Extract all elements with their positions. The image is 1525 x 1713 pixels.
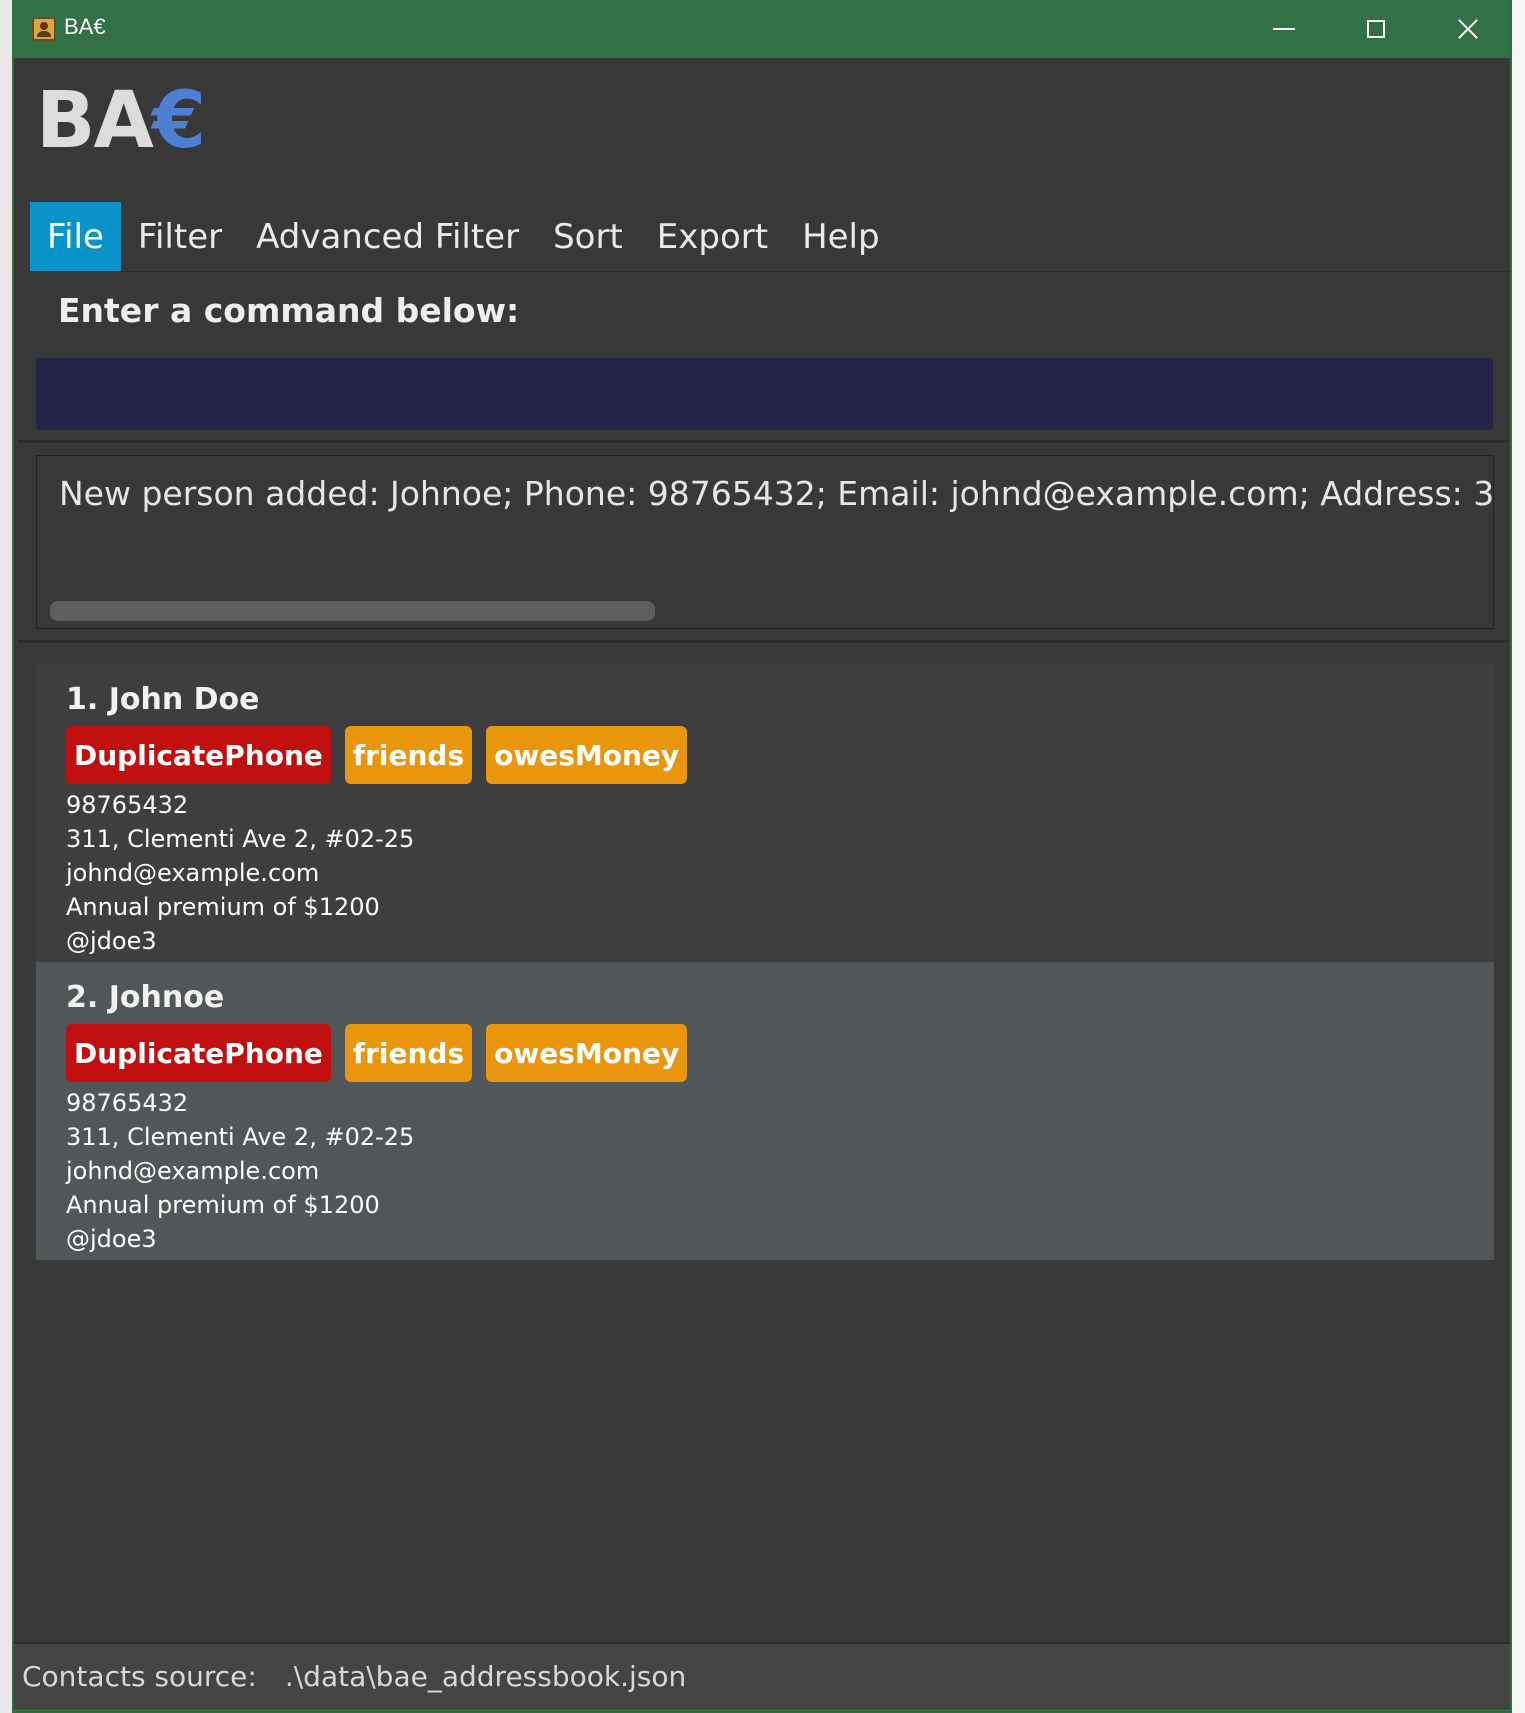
person-handle: @jdoe3 xyxy=(66,1225,157,1253)
app-logo: BA€ xyxy=(36,82,206,160)
horizontal-scrollbar[interactable] xyxy=(50,601,655,621)
menu-filter[interactable]: Filter xyxy=(121,202,239,271)
person-premium: Annual premium of $1200 xyxy=(66,1191,380,1219)
person-list: 1. John Doe DuplicatePhone friends owesM… xyxy=(36,664,1494,1260)
tag-friends: friends xyxy=(344,1024,473,1082)
person-card[interactable]: 2. Johnoe DuplicatePhone friends owesMon… xyxy=(36,962,1494,1260)
person-address: 311, Clementi Ave 2, #02-25 xyxy=(66,1123,415,1151)
person-email: johnd@example.com xyxy=(66,1157,320,1185)
menu-help[interactable]: Help xyxy=(785,202,897,271)
person-phone: 98765432 xyxy=(66,1089,189,1117)
title-bar[interactable]: BA€ xyxy=(14,0,1510,58)
person-name: 2. Johnoe xyxy=(66,980,225,1015)
menu-advanced-filter[interactable]: Advanced Filter xyxy=(239,202,536,271)
status-bar: Contacts source: .\data\bae_addressbook.… xyxy=(14,1642,1510,1708)
status-file-path: .\data\bae_addressbook.json xyxy=(284,1659,687,1693)
address-book-icon xyxy=(32,17,56,41)
maximize-button[interactable] xyxy=(1330,0,1422,58)
minimize-button[interactable] xyxy=(1238,0,1330,58)
person-phone: 98765432 xyxy=(66,791,189,819)
person-address: 311, Clementi Ave 2, #02-25 xyxy=(66,825,415,853)
minimize-icon xyxy=(1273,28,1295,30)
menu-sort[interactable]: Sort xyxy=(536,202,640,271)
tag-list: DuplicatePhone friends owesMoney xyxy=(66,1024,1464,1082)
window-title: BA€ xyxy=(64,14,106,39)
tag-duplicate-phone: DuplicatePhone xyxy=(66,726,331,784)
menu-bar: File Filter Advanced Filter Sort Export … xyxy=(30,202,1510,272)
person-email: johnd@example.com xyxy=(66,859,320,887)
command-input[interactable] xyxy=(36,358,1493,430)
person-name: 1. John Doe xyxy=(66,682,260,717)
close-icon xyxy=(1457,18,1479,40)
logo-text: BA xyxy=(36,76,154,166)
tag-duplicate-phone: DuplicatePhone xyxy=(66,1024,331,1082)
background-window-right xyxy=(1512,0,1525,1713)
tag-friends: friends xyxy=(344,726,473,784)
status-label: Contacts source: xyxy=(22,1659,257,1693)
menu-export[interactable]: Export xyxy=(640,202,785,271)
command-label: Enter a command below: xyxy=(58,291,520,330)
tag-owes-money: owesMoney xyxy=(486,726,688,784)
result-display[interactable]: New person added: Johnoe; Phone: 9876543… xyxy=(36,455,1494,629)
tag-owes-money: owesMoney xyxy=(486,1024,688,1082)
person-handle: @jdoe3 xyxy=(66,927,157,955)
person-premium: Annual premium of $1200 xyxy=(66,893,380,921)
app-window: BA€ BA€ File Filter Advanced Filter Sort… xyxy=(12,0,1512,1713)
divider xyxy=(18,640,1508,643)
divider xyxy=(18,440,1508,443)
maximize-icon xyxy=(1367,20,1385,38)
logo-euro-sign: € xyxy=(151,76,206,166)
close-button[interactable] xyxy=(1422,0,1514,58)
person-card[interactable]: 1. John Doe DuplicatePhone friends owesM… xyxy=(36,664,1494,962)
result-message: New person added: Johnoe; Phone: 9876543… xyxy=(59,474,1494,513)
tag-list: DuplicatePhone friends owesMoney xyxy=(66,726,1464,784)
menu-file[interactable]: File xyxy=(30,202,121,271)
background-window-left xyxy=(0,0,12,1713)
